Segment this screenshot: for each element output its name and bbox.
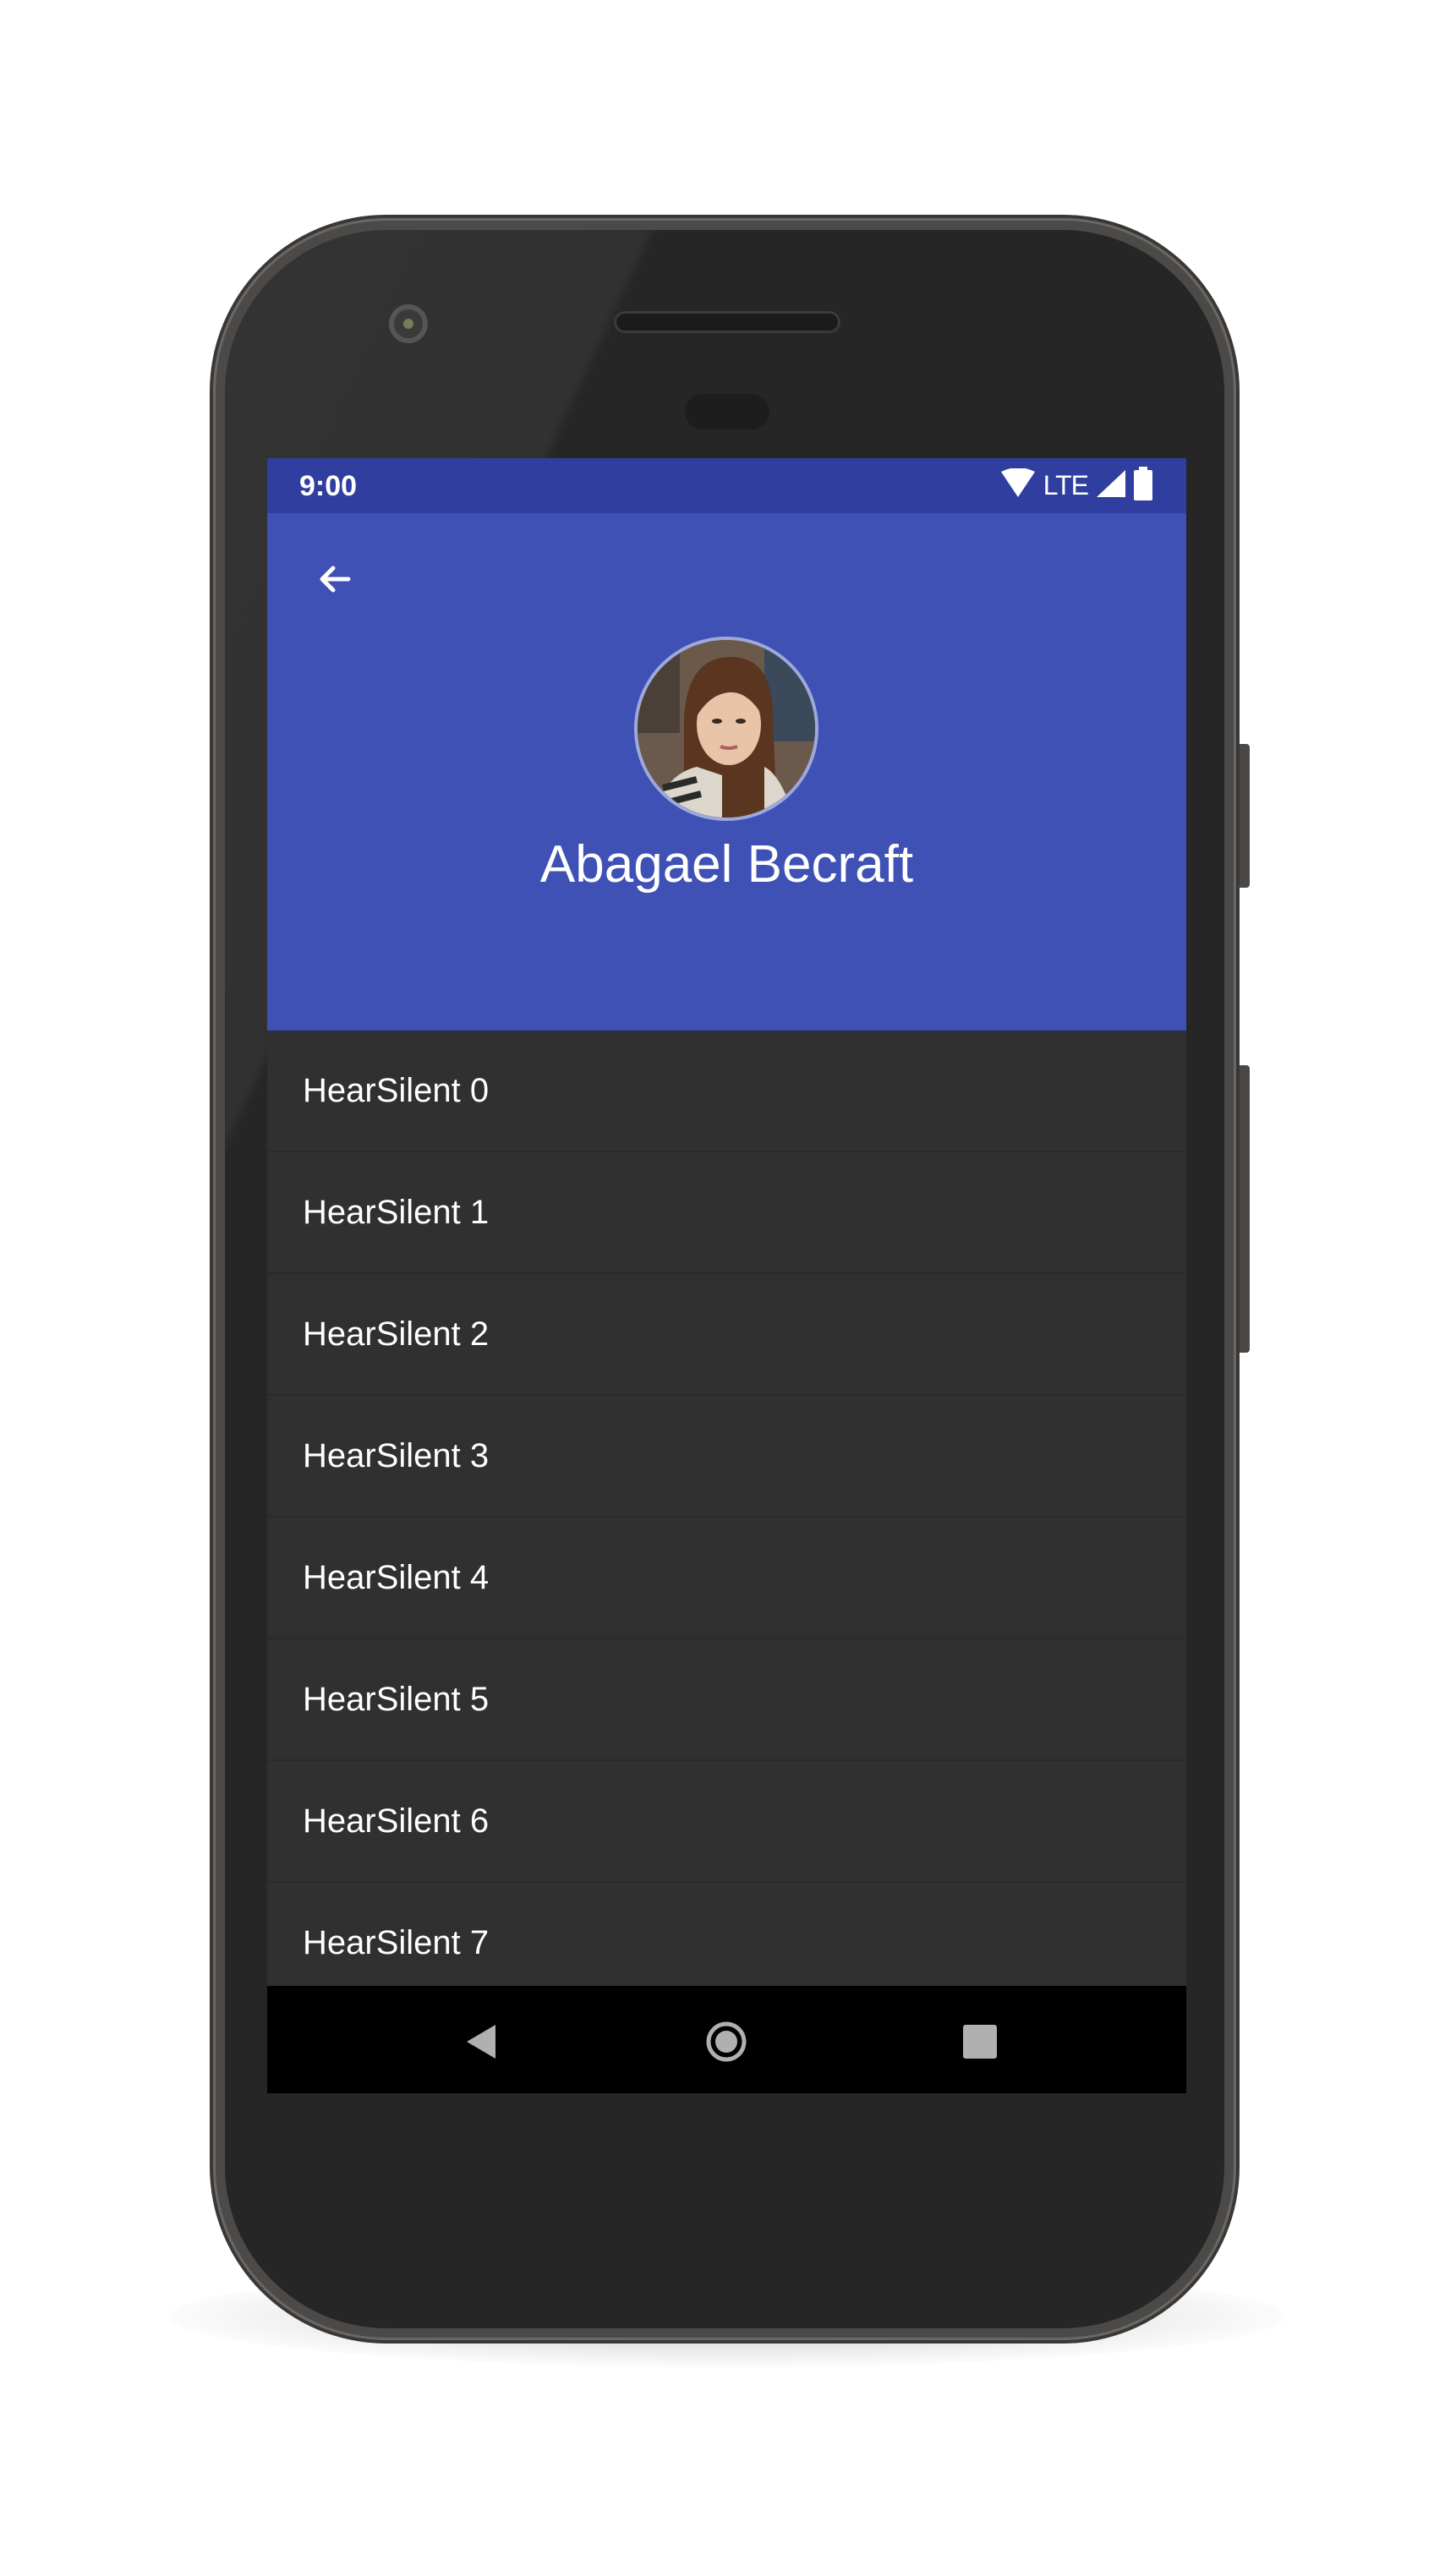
profile-name: Abagael Becraft bbox=[539, 835, 914, 894]
nav-back-button[interactable] bbox=[456, 2018, 506, 2069]
list-item-label: HearSilent 2 bbox=[303, 1315, 490, 1353]
list-item-label: HearSilent 1 bbox=[303, 1193, 490, 1231]
battery-icon bbox=[1134, 466, 1152, 505]
list-item-label: HearSilent 6 bbox=[303, 1802, 490, 1840]
item-list: HearSilent 0 HearSilent 1 HearSilent 2 H… bbox=[267, 1031, 1186, 2004]
navigation-bar bbox=[267, 1986, 1186, 2093]
list-item-label: HearSilent 7 bbox=[303, 1923, 490, 1961]
volume-button bbox=[1234, 1065, 1250, 1353]
profile-header: Abagael Becraft bbox=[267, 513, 1186, 1031]
list-item-label: HearSilent 5 bbox=[303, 1680, 490, 1718]
proximity-sensor bbox=[685, 394, 769, 429]
nav-home-button[interactable] bbox=[701, 2018, 752, 2069]
arrow-back-icon bbox=[315, 559, 355, 604]
list-item[interactable]: HearSilent 1 bbox=[267, 1152, 1186, 1274]
list-item[interactable]: HearSilent 5 bbox=[267, 1639, 1186, 1761]
device-stage: 9:00 LTE Abagael Becraft HearSilent 0 He… bbox=[0, 0, 1456, 2576]
list-item[interactable]: HearSilent 4 bbox=[267, 1518, 1186, 1639]
earpiece-speaker bbox=[614, 311, 840, 333]
back-button[interactable] bbox=[301, 547, 369, 615]
network-type-label: LTE bbox=[1043, 469, 1089, 500]
list-item-label: HearSilent 3 bbox=[303, 1436, 490, 1474]
nav-home-icon bbox=[705, 2021, 747, 2067]
list-item[interactable]: HearSilent 3 bbox=[267, 1396, 1186, 1518]
nav-recents-icon bbox=[963, 2024, 997, 2063]
list-item[interactable]: HearSilent 6 bbox=[267, 1761, 1186, 1883]
status-icons: LTE bbox=[999, 466, 1152, 505]
status-bar: 9:00 LTE bbox=[267, 458, 1186, 513]
power-button bbox=[1234, 744, 1250, 888]
list-item-label: HearSilent 4 bbox=[303, 1558, 490, 1596]
app-screen: 9:00 LTE Abagael Becraft HearSilent 0 He… bbox=[267, 458, 1186, 2093]
status-time: 9:00 bbox=[299, 470, 358, 502]
nav-recents-button[interactable] bbox=[955, 2018, 1005, 2069]
nav-back-icon bbox=[463, 2023, 499, 2065]
wifi-icon bbox=[999, 467, 1037, 503]
list-item[interactable]: HearSilent 0 bbox=[267, 1031, 1186, 1152]
front-camera bbox=[389, 304, 428, 343]
signal-icon bbox=[1095, 468, 1127, 503]
list-item-label: HearSilent 0 bbox=[303, 1071, 490, 1109]
avatar[interactable] bbox=[638, 640, 815, 818]
list-item[interactable]: HearSilent 2 bbox=[267, 1274, 1186, 1396]
